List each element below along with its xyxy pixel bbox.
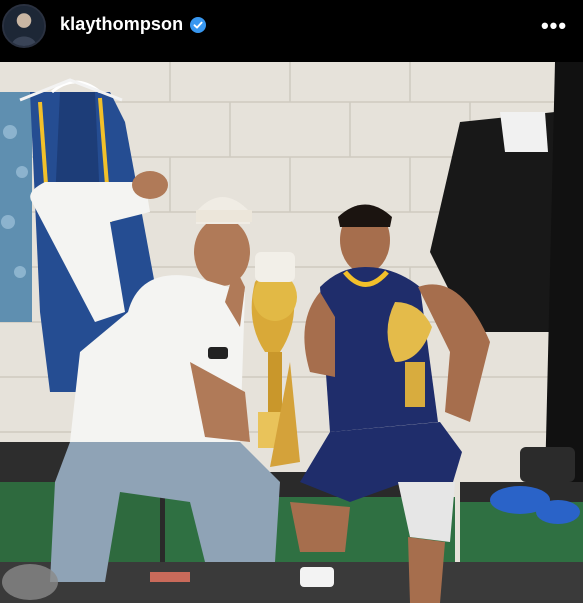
username-row: klaythompson — [60, 14, 207, 35]
post-header: klaythompson ••• — [0, 0, 583, 60]
username[interactable]: klaythompson — [60, 14, 183, 35]
post-image[interactable] — [0, 62, 583, 603]
avatar[interactable] — [2, 4, 46, 48]
more-options-icon[interactable]: ••• — [537, 14, 571, 38]
verified-badge-icon — [190, 16, 207, 33]
more-options-glyph: ••• — [540, 13, 568, 38]
